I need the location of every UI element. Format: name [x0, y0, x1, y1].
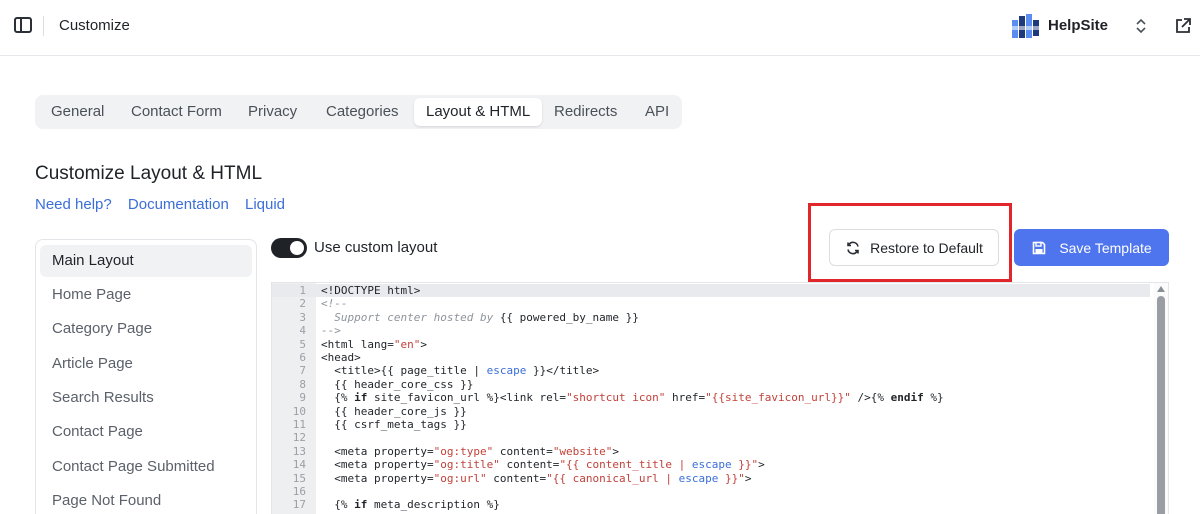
brand-name: HelpSite [1048, 17, 1109, 34]
tab-redirects[interactable]: Redirects [542, 98, 629, 126]
line-number: 15 [292, 471, 306, 485]
code-line: 2 <!-- [272, 297, 1152, 310]
external-link-icon[interactable] [1174, 17, 1192, 35]
code-text: {{ csrf_meta_tags }} [321, 418, 467, 431]
tab-categories[interactable]: Categories [314, 98, 411, 126]
liquid-link[interactable]: Liquid [245, 196, 285, 213]
nav-item-page-not-found[interactable]: Page Not Found [40, 485, 252, 514]
tab-privacy[interactable]: Privacy [236, 98, 309, 126]
code-line: 8 {{ header_core_css }} [272, 378, 1152, 391]
line-number: 6 [299, 351, 306, 364]
code-line: 7 <title>{{ page_title | escape }}</titl… [272, 364, 1152, 377]
refresh-icon [847, 241, 859, 254]
code-line: 10 {{ header_core_js }} [272, 405, 1152, 418]
scrollbar-thumb[interactable] [1157, 296, 1165, 514]
line-number: 9 [299, 391, 306, 405]
restore-button-label: Restore to Default [870, 239, 983, 256]
nav-item-contact-page[interactable]: Contact Page [40, 416, 252, 448]
line-number: 2 [299, 297, 306, 311]
code-line: 9 {% if site_favicon_url %}<link rel="sh… [272, 391, 1152, 404]
save-button-label: Save Template [1059, 239, 1152, 256]
code-text: <meta property="og:title" content="{{ co… [321, 458, 765, 472]
custom-layout-toggle[interactable] [271, 238, 307, 258]
code-editor[interactable]: 1 <!DOCTYPE html> 2 <!-- 3 Support center ho… [271, 282, 1169, 514]
tab-general[interactable]: General [39, 98, 116, 126]
save-icon [1033, 241, 1046, 254]
helpsite-logo-icon [1012, 14, 1039, 38]
code-line: 4 --> [272, 324, 1152, 337]
line-number: 7 [299, 364, 306, 378]
line-number: 13 [292, 444, 306, 458]
editor-scrollbar[interactable] [1154, 283, 1168, 514]
tab-api[interactable]: API [633, 98, 681, 126]
scroll-up-arrow-icon[interactable] [1157, 286, 1165, 292]
nav-item-category-page[interactable]: Category Page [40, 313, 252, 345]
code-text: <meta property="og:url" content="{{ cano… [321, 471, 752, 485]
line-number: 11 [292, 418, 306, 431]
top-bar: Customize HelpSite [0, 0, 1200, 56]
nav-item-search-results[interactable]: Search Results [40, 382, 252, 414]
code-line: 17 {% if meta_description %} [272, 498, 1152, 511]
code-line: 12 [272, 431, 1152, 444]
code-line: 1 <!DOCTYPE html> [272, 284, 1152, 297]
code-line: 11 {{ csrf_meta_tags }} [272, 418, 1152, 431]
documentation-link[interactable]: Documentation [128, 196, 229, 213]
settings-tabs: General Contact Form Privacy Categories … [35, 95, 682, 129]
restore-to-default-button[interactable]: Restore to Default [829, 229, 999, 266]
line-number: 8 [299, 377, 306, 391]
code-line: 6 <head> [272, 351, 1152, 364]
code-text: <title>{{ page_title | escape }}</title> [321, 364, 600, 378]
nav-item-article-page[interactable]: Article Page [40, 348, 252, 380]
code-text: --> [321, 324, 341, 338]
code-text: {{ header_core_css }} [321, 377, 474, 391]
code-line: 15 <meta property="og:url" content="{{ c… [272, 472, 1152, 485]
line-number: 4 [299, 324, 306, 338]
line-number: 12 [292, 431, 306, 445]
nav-item-home-page[interactable]: Home Page [40, 279, 252, 311]
line-number: 1 [299, 284, 306, 297]
sidebar-toggle-icon[interactable] [14, 17, 32, 33]
code-line: 13 <meta property="og:type" content="web… [272, 445, 1152, 458]
code-line: 14 <meta property="og:title" content="{{… [272, 458, 1152, 471]
tab-layout-html[interactable]: Layout & HTML [414, 98, 543, 126]
code-text: <html lang="en"> [321, 337, 427, 351]
need-help-link[interactable]: Need help? [35, 196, 112, 213]
line-number: 5 [299, 337, 306, 351]
nav-item-main-layout[interactable]: Main Layout [40, 245, 252, 277]
code-text: Support center hosted by {{ powered_by_n… [321, 310, 639, 324]
custom-layout-toggle-label: Use custom layout [314, 239, 438, 256]
line-number: 10 [292, 404, 306, 418]
code-line: 5 <html lang="en"> [272, 338, 1152, 351]
line-number: 17 [292, 498, 306, 512]
line-number: 3 [299, 310, 306, 324]
page-title: Customize [59, 17, 130, 34]
save-template-button[interactable]: Save Template [1014, 229, 1169, 266]
tab-contact-form[interactable]: Contact Form [119, 98, 234, 126]
nav-item-contact-page-submitted[interactable]: Contact Page Submitted [40, 451, 252, 483]
code-text: {% if site_favicon_url %}<link rel="shor… [321, 391, 944, 405]
code-text: <head> [321, 351, 361, 364]
chevron-up-down-icon[interactable] [1134, 16, 1148, 36]
code-text: <meta property="og:type" content="websit… [321, 444, 620, 458]
code-text: <!-- [321, 297, 348, 311]
topbar-divider [43, 16, 44, 36]
code-text: {{ header_core_js }} [321, 404, 467, 418]
help-links: Need help? Documentation Liquid [35, 196, 297, 213]
code-line: 16 [272, 485, 1152, 498]
template-nav: Main Layout Home Page Category Page Arti… [35, 239, 257, 514]
code-text: {% if meta_description %} [321, 498, 500, 512]
line-number: 16 [292, 485, 306, 498]
line-number: 14 [292, 458, 306, 472]
section-heading: Customize Layout & HTML [35, 163, 263, 184]
code-text: <!DOCTYPE html> [321, 284, 421, 297]
code-line: 3 Support center hosted by {{ powered_by… [272, 311, 1152, 324]
